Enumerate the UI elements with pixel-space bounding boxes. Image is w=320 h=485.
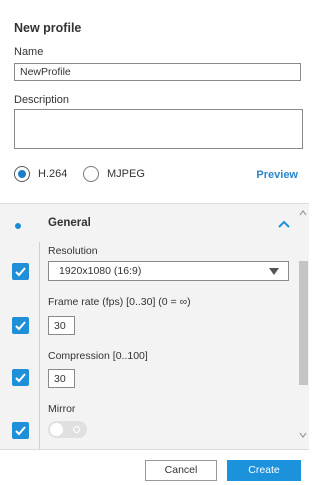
scrollbar-thumb[interactable] (299, 261, 308, 385)
framerate-input[interactable]: 30 (48, 316, 75, 335)
toggle-knob (50, 423, 63, 436)
settings-panel: General Resolution 1920x1080 (16:9) Fram… (0, 204, 309, 449)
dialog-footer: Cancel Create (0, 449, 309, 485)
preview-link[interactable]: Preview (256, 169, 298, 181)
mirror-checkbox[interactable] (12, 422, 29, 439)
new-profile-dialog: New profile Name Description H.264 MJPEG… (0, 0, 309, 485)
compression-label: Compression [0..100] (48, 350, 148, 362)
section-indicator-dot (15, 223, 21, 229)
mirror-label: Mirror (48, 403, 76, 415)
resolution-select[interactable]: 1920x1080 (16:9) (48, 261, 289, 281)
description-label: Description (14, 94, 70, 106)
compression-input[interactable]: 30 (48, 369, 75, 388)
radio-selected-icon (18, 170, 26, 178)
framerate-label: Frame rate (fps) [0..30] (0 = ∞) (48, 296, 191, 308)
chevron-up-icon[interactable] (277, 218, 291, 230)
radio-mjpeg-label: MJPEG (107, 168, 145, 180)
checkmark-icon (15, 373, 26, 383)
resolution-label: Resolution (48, 245, 98, 257)
radio-h264-label: H.264 (38, 168, 68, 180)
compression-checkbox[interactable] (12, 369, 29, 386)
scroll-down-icon[interactable] (299, 432, 307, 438)
cancel-button[interactable]: Cancel (145, 460, 217, 481)
checkmark-icon (15, 426, 26, 436)
mirror-toggle[interactable] (48, 421, 87, 438)
framerate-checkbox[interactable] (12, 317, 29, 334)
group-line (39, 242, 40, 449)
dialog-title: New profile (14, 21, 82, 35)
dropdown-arrow-icon (269, 268, 279, 275)
general-section-title[interactable]: General (48, 217, 91, 229)
description-textarea[interactable] (14, 109, 303, 149)
checkmark-icon (15, 267, 26, 277)
resolution-value: 1920x1080 (16:9) (59, 265, 142, 277)
name-input[interactable] (14, 63, 301, 81)
radio-h264[interactable] (14, 166, 30, 182)
scroll-up-icon[interactable] (299, 210, 307, 216)
resolution-checkbox[interactable] (12, 263, 29, 280)
codec-radio-group: H.264 MJPEG Preview (14, 166, 304, 184)
radio-mjpeg[interactable] (83, 166, 99, 182)
checkmark-icon (15, 321, 26, 331)
name-label: Name (14, 46, 44, 58)
create-button[interactable]: Create (227, 460, 301, 481)
toggle-off-icon (73, 426, 80, 433)
